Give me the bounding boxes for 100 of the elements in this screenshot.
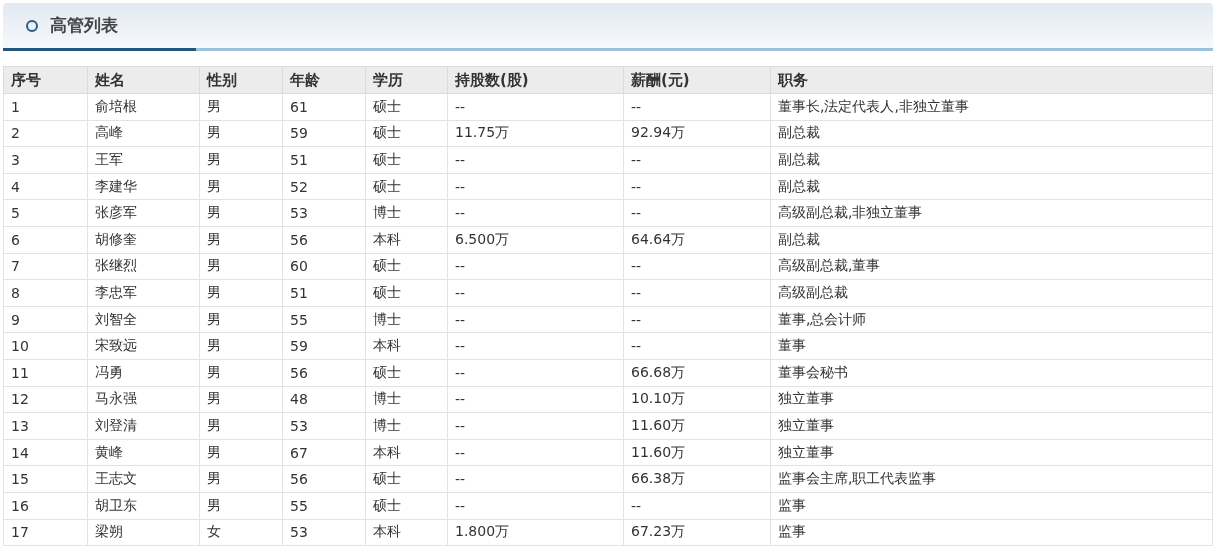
table-cell: 张彦军 bbox=[87, 199, 200, 227]
table-cell: 男 bbox=[199, 386, 283, 413]
table-cell: 高峰 bbox=[87, 120, 200, 147]
table-cell: 监事 bbox=[770, 519, 1213, 546]
table-cell: 53 bbox=[282, 519, 366, 546]
table-cell: 本科 bbox=[365, 226, 448, 254]
table-cell: 10.10万 bbox=[623, 386, 771, 413]
table-cell: 监事 bbox=[770, 492, 1213, 519]
table-cell: 男 bbox=[199, 306, 283, 333]
table-cell: 10 bbox=[3, 332, 88, 360]
table-cell: -- bbox=[447, 492, 624, 519]
table-cell: 男 bbox=[199, 412, 283, 440]
table-cell: 独立董事 bbox=[770, 386, 1213, 413]
table-cell: 男 bbox=[199, 93, 283, 121]
table-cell: 董事会秘书 bbox=[770, 359, 1213, 387]
table-cell: 11.60万 bbox=[623, 439, 771, 466]
table-cell: 高级副总裁 bbox=[770, 279, 1213, 307]
table-cell: 14 bbox=[3, 439, 88, 466]
table-cell: 56 bbox=[282, 226, 366, 254]
table-cell: 67 bbox=[282, 439, 366, 466]
table-cell: 5 bbox=[3, 199, 88, 227]
column-header: 薪酬(元) bbox=[623, 66, 771, 94]
table-cell: 博士 bbox=[365, 306, 448, 333]
table-cell: -- bbox=[447, 439, 624, 466]
table-cell: 刘登清 bbox=[87, 412, 200, 440]
table-cell: 王军 bbox=[87, 146, 200, 174]
table-cell: 梁朔 bbox=[87, 519, 200, 546]
table-cell: 王志文 bbox=[87, 465, 200, 493]
table-cell: 55 bbox=[282, 492, 366, 519]
table-cell: 董事 bbox=[770, 332, 1213, 360]
table-cell: 高级副总裁,非独立董事 bbox=[770, 199, 1213, 227]
table-cell: 56 bbox=[282, 359, 366, 387]
table-cell: 15 bbox=[3, 465, 88, 493]
table-cell: -- bbox=[623, 146, 771, 174]
table-cell: 男 bbox=[199, 226, 283, 254]
table-cell: -- bbox=[447, 359, 624, 387]
table-cell: -- bbox=[623, 199, 771, 227]
table-cell: 男 bbox=[199, 492, 283, 519]
table-cell: 48 bbox=[282, 386, 366, 413]
table-cell: 59 bbox=[282, 120, 366, 147]
table-cell: -- bbox=[447, 146, 624, 174]
table-cell: -- bbox=[447, 93, 624, 121]
column-header: 性别 bbox=[199, 66, 283, 94]
table-cell: 胡卫东 bbox=[87, 492, 200, 519]
column-header: 学历 bbox=[365, 66, 448, 94]
table-cell: 17 bbox=[3, 519, 88, 546]
table-cell: 67.23万 bbox=[623, 519, 771, 546]
table-cell: -- bbox=[623, 253, 771, 280]
column-header: 职务 bbox=[770, 66, 1213, 94]
table-cell: 66.68万 bbox=[623, 359, 771, 387]
table-cell: 男 bbox=[199, 279, 283, 307]
table-cell: -- bbox=[447, 199, 624, 227]
table-cell: 男 bbox=[199, 465, 283, 493]
table-cell: -- bbox=[623, 279, 771, 307]
circle-icon bbox=[26, 19, 38, 32]
table-cell: -- bbox=[447, 386, 624, 413]
table-cell: -- bbox=[447, 306, 624, 333]
table-cell: 51 bbox=[282, 279, 366, 307]
table-cell: 55 bbox=[282, 306, 366, 333]
table-cell: 4 bbox=[3, 173, 88, 200]
table-cell: 张继烈 bbox=[87, 253, 200, 280]
table-cell: 副总裁 bbox=[770, 226, 1213, 254]
table-cell: -- bbox=[623, 306, 771, 333]
table-cell: 男 bbox=[199, 199, 283, 227]
table-cell: 博士 bbox=[365, 199, 448, 227]
table-cell: -- bbox=[447, 412, 624, 440]
table-cell: 董事,总会计师 bbox=[770, 306, 1213, 333]
table-cell: 监事会主席,职工代表监事 bbox=[770, 465, 1213, 493]
table-cell: 64.64万 bbox=[623, 226, 771, 254]
table-cell: 硕士 bbox=[365, 359, 448, 387]
table-cell: 12 bbox=[3, 386, 88, 413]
table-cell: 本科 bbox=[365, 439, 448, 466]
table-cell: 1 bbox=[3, 93, 88, 121]
table-cell: 53 bbox=[282, 412, 366, 440]
table-cell: 本科 bbox=[365, 519, 448, 546]
table-cell: 男 bbox=[199, 359, 283, 387]
table-cell: -- bbox=[447, 173, 624, 200]
table-cell: 男 bbox=[199, 146, 283, 174]
table-cell: 8 bbox=[3, 279, 88, 307]
table-cell: 2 bbox=[3, 120, 88, 147]
table-cell: 1.800万 bbox=[447, 519, 624, 546]
table-cell: 博士 bbox=[365, 412, 448, 440]
table-cell: -- bbox=[623, 492, 771, 519]
table-cell: -- bbox=[623, 173, 771, 200]
table-cell: 硕士 bbox=[365, 146, 448, 174]
table-cell: 硕士 bbox=[365, 279, 448, 307]
table-cell: 本科 bbox=[365, 332, 448, 360]
table-cell: 16 bbox=[3, 492, 88, 519]
table-cell: 硕士 bbox=[365, 173, 448, 200]
table-cell: 高级副总裁,董事 bbox=[770, 253, 1213, 280]
panel-title: 高管列表 bbox=[50, 14, 118, 37]
table-cell: 7 bbox=[3, 253, 88, 280]
table-cell: 13 bbox=[3, 412, 88, 440]
table-cell: 李忠军 bbox=[87, 279, 200, 307]
table-cell: 独立董事 bbox=[770, 412, 1213, 440]
table-cell: 6 bbox=[3, 226, 88, 254]
table-cell: 11.60万 bbox=[623, 412, 771, 440]
table-cell: 60 bbox=[282, 253, 366, 280]
table-cell: -- bbox=[623, 93, 771, 121]
table-cell: 11.75万 bbox=[447, 120, 624, 147]
